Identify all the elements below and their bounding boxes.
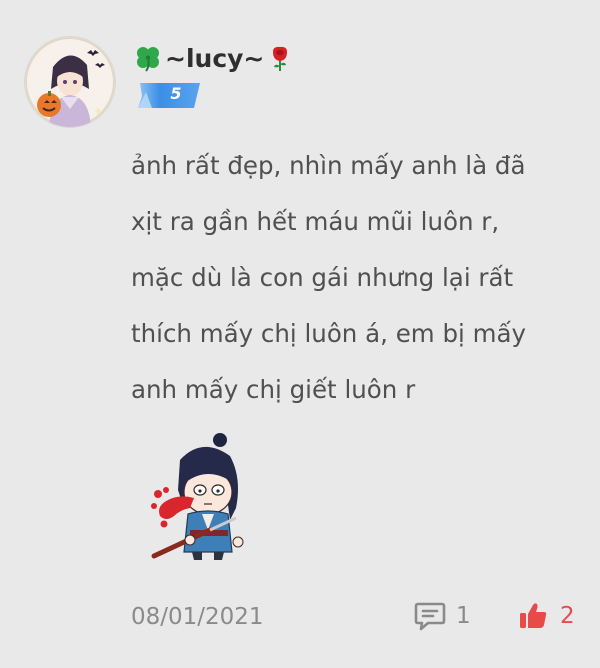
reply-button[interactable]: 1 <box>414 598 471 634</box>
avatar-image <box>25 37 115 127</box>
sticker-image <box>151 433 244 560</box>
level-badge: 5 <box>136 82 202 109</box>
comment-body: ảnh rất đẹp, nhìn mấy anh là đã xịt ra g… <box>131 138 571 418</box>
comment-line: anh mấy chị giết luôn r <box>131 375 416 404</box>
four-leaf-clover-icon <box>137 47 159 72</box>
user-avatar[interactable] <box>24 36 116 128</box>
reply-count: 1 <box>456 603 471 629</box>
comment-line: thích mấy chị luôn á, em bị mấy <box>131 319 526 348</box>
like-count: 2 <box>560 603 575 629</box>
like-button[interactable]: 2 <box>518 598 575 634</box>
comment-line: ảnh rất đẹp, nhìn mấy anh là đã <box>131 151 526 180</box>
nosebleed-chibi-sticker[interactable] <box>150 430 250 562</box>
username[interactable]: ~lucy~ <box>134 38 294 78</box>
rose-icon <box>273 46 288 71</box>
comment-card: ~lucy~ 5 ảnh rất đẹp, nhìn mấy anh là đã… <box>0 0 600 668</box>
comment-bubble-icon <box>414 602 446 631</box>
comment-date: 08/01/2021 <box>131 604 264 630</box>
username-text: ~lucy~ <box>165 43 265 73</box>
comment-line: xịt ra gần hết máu mũi luôn r, <box>131 207 500 236</box>
comment-line: mặc dù là con gái nhưng lại rất <box>131 263 514 292</box>
level-number: 5 <box>170 84 182 103</box>
thumbs-up-icon <box>520 603 547 628</box>
